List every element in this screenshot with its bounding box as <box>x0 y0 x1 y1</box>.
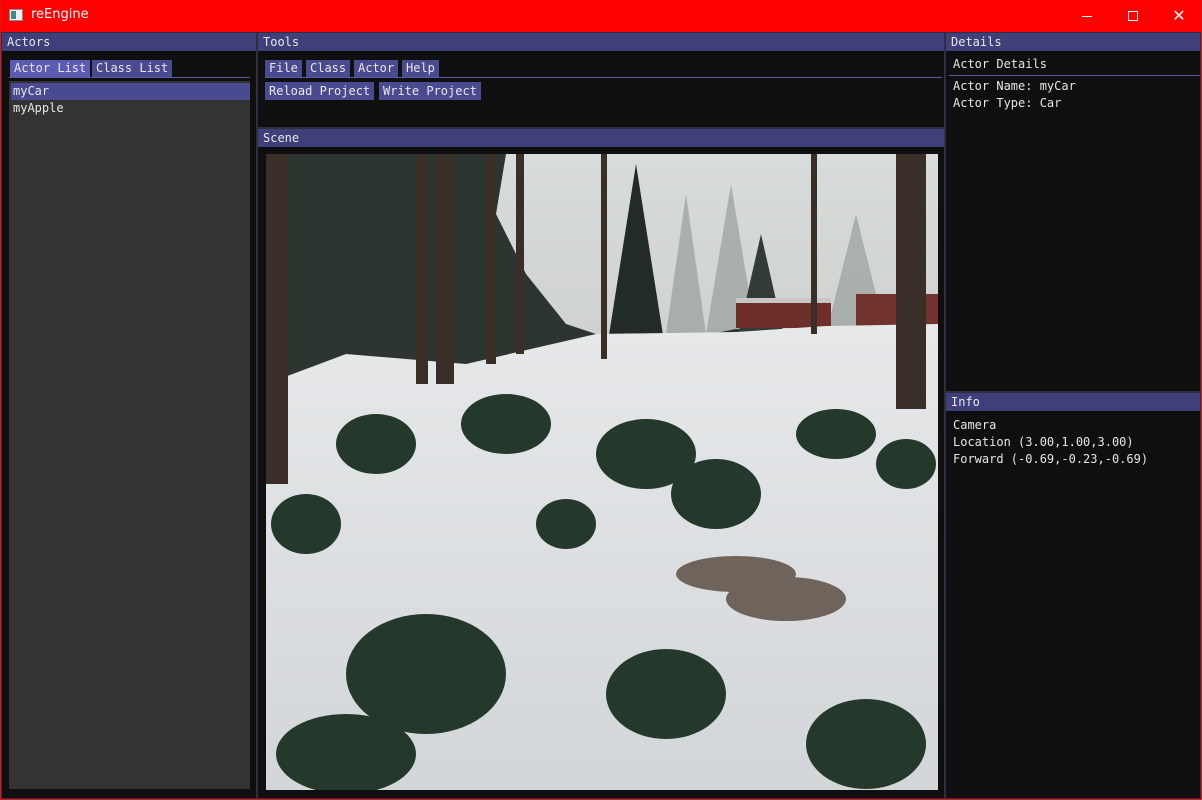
actors-panel-header[interactable]: Actors <box>2 33 256 51</box>
write-project-button[interactable]: Write Project <box>379 82 481 100</box>
window-title: reEngine <box>31 7 89 22</box>
minimize-icon <box>1082 15 1092 17</box>
close-icon: ✕ <box>1172 6 1186 25</box>
actor-name-field: Actor Name: myCar <box>953 79 1076 93</box>
details-panel-header[interactable]: Details <box>946 33 1200 51</box>
app-icon <box>9 9 23 21</box>
tab-actor-list[interactable]: Actor List <box>10 60 91 77</box>
scene-viewport[interactable] <box>266 154 938 790</box>
scene-panel: Scene <box>257 128 945 799</box>
details-divider <box>949 75 1200 76</box>
menu-class[interactable]: Class <box>306 60 351 77</box>
info-panel: Info Camera Location (3.00,1.00,3.00) Fo… <box>945 392 1201 799</box>
menu-actor[interactable]: Actor <box>354 60 399 77</box>
tab-actor-details[interactable]: Actor Details <box>953 56 1047 73</box>
details-panel: Details Actor Details Actor Name: myCar … <box>945 32 1201 392</box>
menu-file[interactable]: File <box>265 60 302 77</box>
window-titlebar[interactable]: reEngine ✕ <box>0 0 1202 32</box>
menu-divider <box>265 77 942 78</box>
maximize-icon <box>1128 11 1138 21</box>
tabbar-divider <box>9 77 250 78</box>
tools-panel: Tools File Class Actor Help Reload Proje… <box>257 32 945 128</box>
tools-panel-header[interactable]: Tools <box>258 33 944 51</box>
close-button[interactable]: ✕ <box>1156 0 1202 32</box>
camera-label: Camera <box>953 418 997 432</box>
camera-forward: Forward (-0.69,-0.23,-0.69) <box>953 452 1149 466</box>
list-item-mycar[interactable]: myCar <box>11 83 250 100</box>
tab-class-list[interactable]: Class List <box>92 60 173 77</box>
list-item-myapple[interactable]: myApple <box>11 100 250 117</box>
maximize-button[interactable] <box>1110 0 1156 32</box>
actor-list[interactable]: myCar myApple <box>9 81 250 789</box>
reload-project-button[interactable]: Reload Project <box>265 82 375 100</box>
info-panel-header[interactable]: Info <box>946 393 1200 411</box>
scene-render <box>266 154 938 790</box>
menu-help[interactable]: Help <box>402 60 439 77</box>
actors-panel: Actors Actor List Class List myCar myApp… <box>1 32 257 799</box>
camera-location: Location (3.00,1.00,3.00) <box>953 435 1134 449</box>
minimize-button[interactable] <box>1064 0 1110 32</box>
scene-panel-header[interactable]: Scene <box>258 129 944 147</box>
actor-type-field: Actor Type: Car <box>953 96 1062 110</box>
